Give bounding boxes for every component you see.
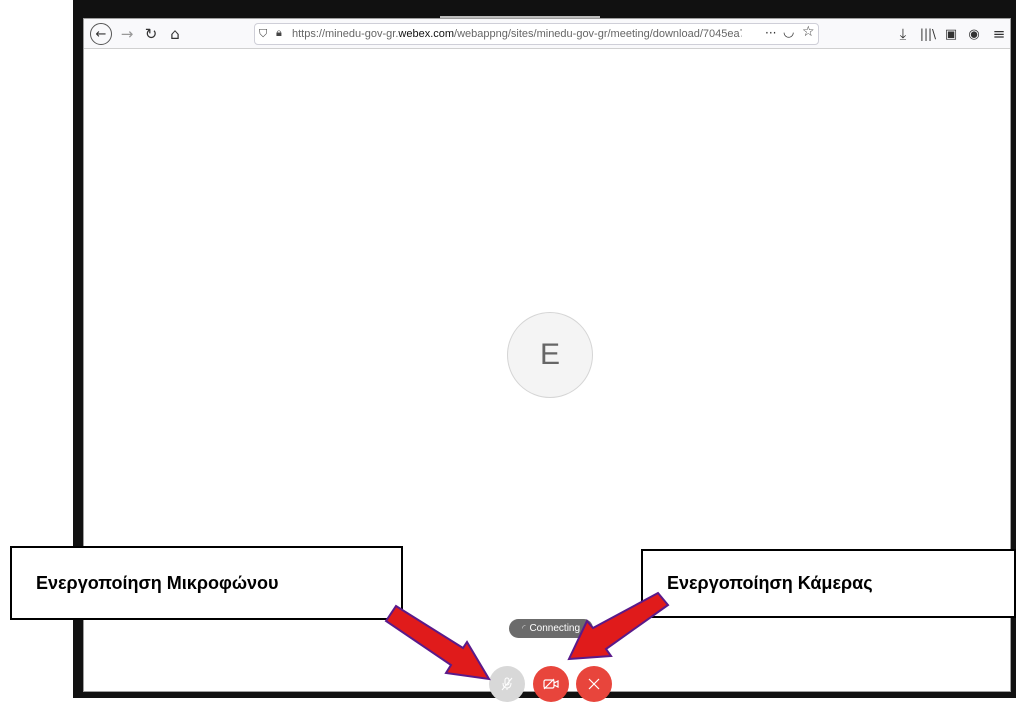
tab-strip xyxy=(280,0,680,20)
library-icon[interactable]: |||\ xyxy=(917,23,939,45)
sidebar-icon[interactable]: ▣ xyxy=(940,23,962,45)
account-icon[interactable]: ◉ xyxy=(963,23,985,45)
camera-off-icon xyxy=(543,678,559,690)
page-actions-icon[interactable]: ··· xyxy=(765,26,776,40)
camera-annotation-text: Ενεργοποίηση Κάμερας xyxy=(667,573,873,593)
shield-icon[interactable]: ⛉ xyxy=(259,27,267,41)
forward-icon[interactable]: → xyxy=(116,23,138,45)
mute-mic-button[interactable] xyxy=(489,666,525,702)
leave-button[interactable] xyxy=(576,666,612,702)
pocket-icon[interactable]: ◡ xyxy=(783,25,794,40)
reload-icon[interactable]: ↻ xyxy=(140,23,162,45)
url-bar[interactable]: ⛉ 🔒︎ https://minedu-gov-gr.webex.com/web… xyxy=(254,23,819,45)
menu-icon[interactable]: ≡ xyxy=(988,23,1010,45)
avatar-initial: E xyxy=(539,338,560,371)
status-text: Connecting xyxy=(529,623,581,634)
spinner-icon: ◜ xyxy=(521,623,526,634)
camera-button[interactable] xyxy=(533,666,569,702)
url-text[interactable]: https://minedu-gov-gr.webex.com/webappng… xyxy=(292,28,742,40)
close-icon xyxy=(588,678,600,690)
back-icon[interactable]: ← xyxy=(90,23,112,45)
bookmark-star-icon[interactable]: ☆ xyxy=(802,24,815,40)
camera-annotation-callout: Ενεργοποίηση Κάμερας xyxy=(641,549,1016,618)
lock-icon[interactable]: 🔒︎ xyxy=(276,26,282,40)
home-icon[interactable]: ⌂ xyxy=(164,23,186,45)
mic-annotation-callout: Ενεργοποίηση Μικροφώνου xyxy=(10,546,403,620)
avatar: E xyxy=(507,312,593,398)
connecting-status-badge: ◜ Connecting xyxy=(509,619,593,638)
mic-annotation-text: Ενεργοποίηση Μικροφώνου xyxy=(36,572,279,593)
mic-off-icon xyxy=(501,677,513,691)
download-icon[interactable]: ⤓ xyxy=(892,23,914,45)
browser-toolbar: ← → ↻ ⌂ ⛉ 🔒︎ https://minedu-gov-gr.webex… xyxy=(84,19,1010,49)
